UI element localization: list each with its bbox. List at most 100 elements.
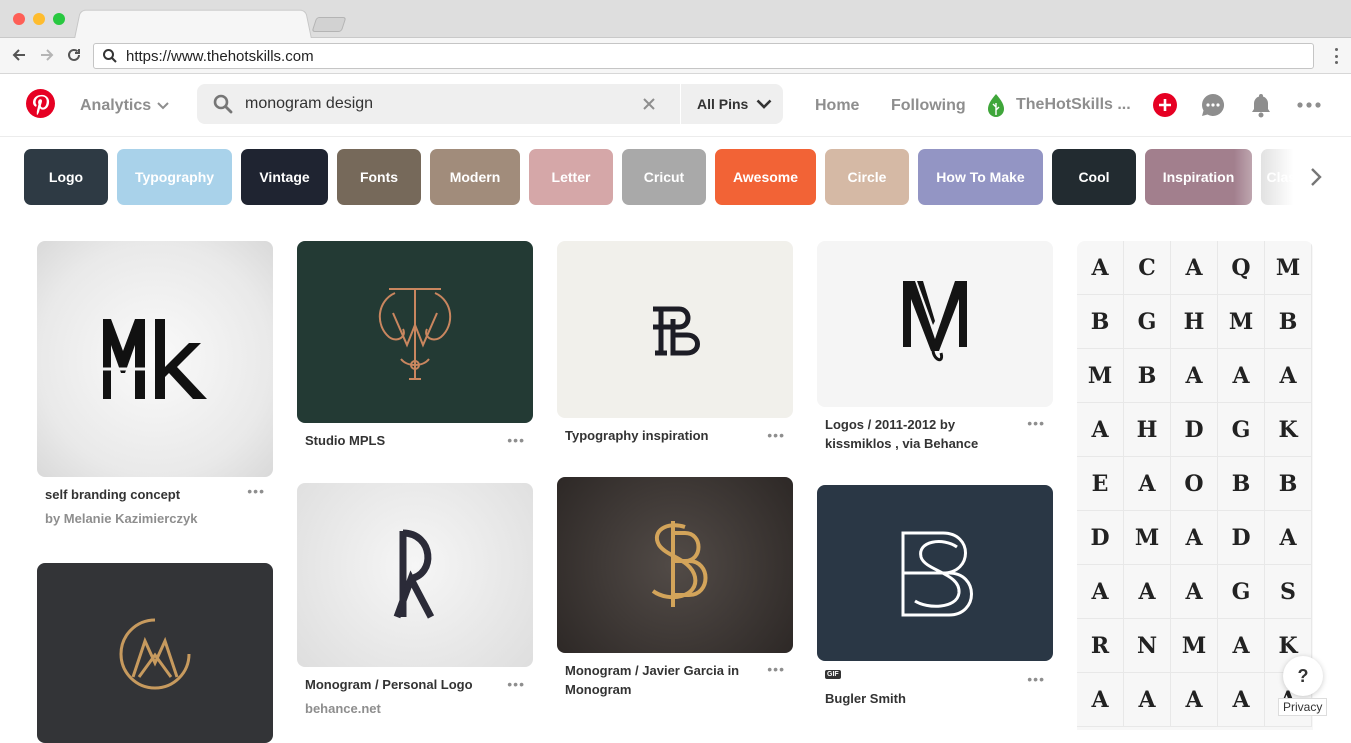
clear-search-button[interactable] [642, 92, 656, 117]
monogram-grid-cell: A [1171, 349, 1218, 403]
help-button[interactable]: ? [1283, 656, 1323, 696]
tm-monogram-artwork [379, 288, 451, 380]
messages-icon[interactable] [1200, 92, 1226, 118]
address-bar[interactable]: https://www.thehotskills.com [93, 43, 1314, 69]
pin-card[interactable]: GIF ••• Bugler Smith [817, 485, 1053, 708]
monogram-grid-cell: A [1218, 619, 1265, 673]
guide-chip[interactable]: Modern [430, 149, 520, 205]
monogram-grid-cell: D [1077, 511, 1124, 565]
monogram-grid-cell: D [1171, 403, 1218, 457]
pin-more-button[interactable]: ••• [1027, 415, 1045, 431]
monogram-grid-cell: A [1077, 565, 1124, 619]
pin-more-button[interactable]: ••• [247, 483, 265, 499]
search-input[interactable]: monogram design [245, 95, 373, 113]
gif-badge: GIF [825, 670, 841, 679]
privacy-link[interactable]: Privacy [1278, 698, 1328, 716]
guide-chip[interactable]: Cricut [622, 149, 706, 205]
add-pin-button[interactable] [1152, 92, 1178, 118]
monogram-grid-cell: A [1077, 673, 1124, 727]
guide-chips: Logo Typography Vintage Fonts Modern Letter Cr… [24, 149, 1304, 205]
pin-more-button[interactable]: ••• [767, 661, 785, 677]
monogram-grid-cell: B [1265, 457, 1312, 511]
nav-home[interactable]: Home [815, 97, 859, 115]
guide-chip[interactable]: Cool [1052, 149, 1136, 205]
arrow-left-icon [12, 49, 25, 61]
monogram-grid-cell: M [1077, 349, 1124, 403]
guide-chip[interactable]: How To Make [918, 149, 1043, 205]
minimize-window-button[interactable] [33, 13, 45, 25]
pin-card[interactable]: ACAQMBGHMBMBAAAAHDGKEAOBBDMADAAAAGSRNMAK… [1077, 241, 1313, 730]
guide-chip[interactable]: Awesome [715, 149, 816, 205]
monogram-grid-cell: A [1077, 241, 1124, 295]
pin-image[interactable] [37, 241, 273, 477]
monogram-grid-cell: A [1124, 457, 1171, 511]
pin-more-button[interactable]: ••• [767, 427, 785, 443]
pin-image[interactable] [37, 563, 273, 743]
reload-button[interactable] [63, 44, 85, 66]
monogram-grid-cell: A [1077, 403, 1124, 457]
pin-title[interactable]: Studio MPLS [305, 431, 503, 450]
pin-image[interactable] [297, 241, 533, 423]
pin-title[interactable]: Monogram / Javier Garcia in Monogram [565, 661, 763, 699]
pin-more-button[interactable]: ••• [507, 676, 525, 692]
analytics-menu[interactable]: Analytics [80, 97, 169, 115]
maximize-window-button[interactable] [53, 13, 65, 25]
pin-image-monogram-grid[interactable]: ACAQMBGHMBMBAAAAHDGKEAOBBDMADAAAAGSRNMAK… [1077, 241, 1313, 730]
pin-image[interactable] [817, 485, 1053, 661]
pin-card[interactable]: Studio MPLS ••• [297, 241, 533, 450]
pin-title[interactable]: Bugler Smith [825, 689, 1023, 708]
monogram-grid-cell: B [1124, 349, 1171, 403]
guide-chip[interactable]: Vintage [241, 149, 328, 205]
more-options-icon[interactable] [1296, 92, 1322, 118]
pin-card[interactable] [37, 563, 273, 743]
search-scope-dropdown[interactable]: All Pins [697, 96, 772, 112]
pin-image[interactable] [817, 241, 1053, 407]
pin-title[interactable]: Typography inspiration [565, 426, 763, 445]
pin-title[interactable]: Logos / 2011-2012 by kissmiklos , via Be… [825, 415, 1023, 453]
guide-chip[interactable]: Letter [529, 149, 613, 205]
notifications-bell-icon[interactable] [1248, 92, 1274, 118]
profile-link[interactable]: TheHotSkills ... [986, 93, 1131, 117]
monogram-grid-cell: Q [1218, 241, 1265, 295]
monogram-grid-cell: A [1218, 673, 1265, 727]
pin-card[interactable]: Logos / 2011-2012 by kissmiklos , via Be… [817, 241, 1053, 453]
browser-titlebar [0, 0, 1351, 39]
nav-following[interactable]: Following [891, 97, 966, 115]
pin-image[interactable] [557, 477, 793, 653]
pin-image[interactable] [557, 241, 793, 418]
guide-chip[interactable]: Fonts [337, 149, 421, 205]
pin-subtitle[interactable]: behance.net [305, 701, 533, 716]
pin-image[interactable] [297, 483, 533, 667]
browser-tab-active[interactable] [74, 9, 312, 39]
pin-card[interactable]: Monogram / Javier Garcia in Monogram ••• [557, 477, 793, 699]
pin-subtitle[interactable]: by Melanie Kazimierczyk [45, 511, 273, 526]
monogram-grid-cell: H [1124, 403, 1171, 457]
new-tab-button[interactable] [311, 17, 347, 32]
pin-more-button[interactable]: ••• [1027, 671, 1045, 687]
chevron-right-icon[interactable] [1306, 166, 1326, 188]
pinterest-logo[interactable] [26, 89, 55, 118]
guide-chip[interactable]: Circle [825, 149, 909, 205]
monogram-grid-cell: C [1124, 241, 1171, 295]
gold-m-circle-artwork [119, 618, 191, 690]
pin-card[interactable]: Typography inspiration ••• [557, 241, 793, 445]
search-bar[interactable]: monogram design All Pins [197, 84, 783, 124]
browser-menu-button[interactable] [1335, 48, 1339, 64]
pin-title[interactable]: Monogram / Personal Logo [305, 675, 503, 694]
pin-card[interactable]: Monogram / Personal Logo ••• behance.net [297, 483, 533, 716]
monogram-grid-cell: G [1218, 403, 1265, 457]
guide-chip[interactable]: Typography [117, 149, 232, 205]
pin-more-button[interactable]: ••• [507, 432, 525, 448]
forward-button[interactable] [36, 44, 58, 66]
monogram-grid-cell: R [1077, 619, 1124, 673]
pin-card[interactable]: self branding concept ••• by Melanie Kaz… [37, 241, 273, 526]
close-window-button[interactable] [13, 13, 25, 25]
chevron-down-icon [157, 102, 169, 110]
guide-chip[interactable]: Logo [24, 149, 108, 205]
pin-title[interactable]: self branding concept [45, 485, 243, 504]
back-button[interactable] [8, 44, 30, 66]
monogram-grid-cell: B [1265, 295, 1312, 349]
url-text: https://www.thehotskills.com [126, 47, 314, 65]
pinterest-p-icon [33, 94, 50, 115]
monogram-grid-cell: A [1171, 673, 1218, 727]
